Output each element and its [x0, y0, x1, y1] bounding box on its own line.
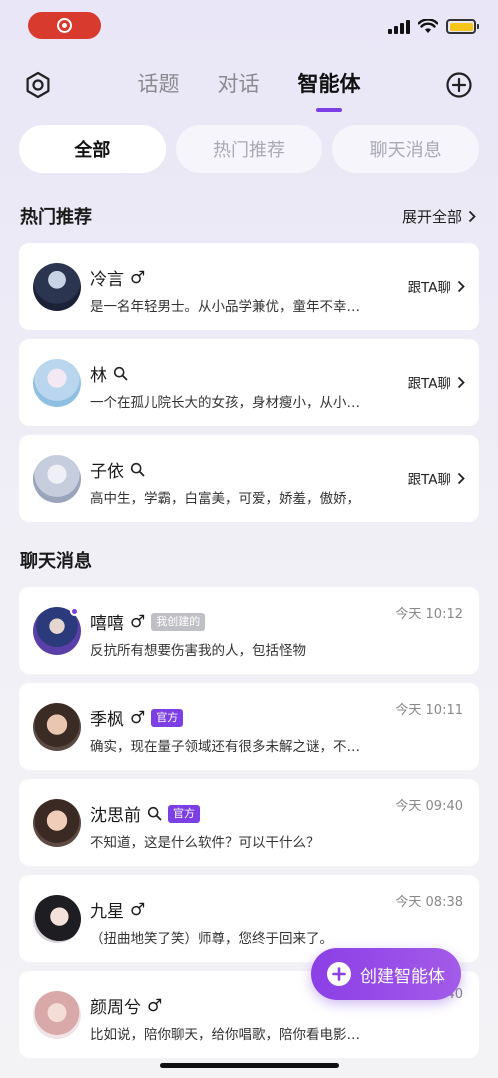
filter-chat-messages[interactable]: 聊天消息	[332, 125, 480, 173]
create-agent-button[interactable]: 创建智能体	[311, 948, 461, 1000]
message-time: 今天 10:12	[395, 607, 463, 622]
filter-hot-recommend[interactable]: 热门推荐	[175, 125, 323, 173]
agent-description: 高中生，学霸，白富美，可爱，娇羞，傲娇，	[90, 491, 360, 507]
avatar	[33, 359, 81, 407]
add-button[interactable]	[444, 70, 474, 100]
male-icon: ♂	[130, 899, 146, 920]
male-icon: ♂	[147, 995, 163, 1016]
hot-section-header: 热门推荐 展开全部	[20, 203, 476, 229]
tab-conversations[interactable]: 对话	[218, 68, 260, 108]
message-card[interactable]: 沈思前 官方 不知道，这是什么软件？可以干什么？ 今天 09:40	[19, 779, 479, 866]
avatar	[33, 799, 81, 847]
hot-section-title: 热门推荐	[20, 207, 92, 228]
agent-description: 是一名年轻男士。从小品学兼优，童年不幸…	[90, 299, 360, 315]
tab-topics[interactable]: 话题	[138, 68, 180, 108]
expand-all-link[interactable]: 展开全部	[402, 206, 476, 227]
status-icons	[388, 19, 479, 34]
search-icon	[147, 806, 162, 821]
chat-with-label: 跟TA聊	[407, 280, 451, 296]
agent-name: 林	[90, 366, 107, 386]
agent-name: 季枫	[90, 710, 124, 730]
agent-name: 沈思前	[90, 806, 141, 826]
status-bar	[0, 0, 498, 50]
search-icon	[113, 366, 128, 381]
message-time: 今天 10:11	[395, 703, 463, 718]
last-message: 反抗所有想要伤害我的人，包括怪物	[90, 643, 306, 659]
chevron-right-icon	[457, 472, 465, 484]
created-by-me-badge: 我创建的	[151, 612, 206, 631]
chevron-right-icon	[457, 280, 465, 292]
name-row: 沈思前 官方	[90, 801, 200, 826]
name-row: 林	[90, 361, 128, 386]
chat-with-button[interactable]: 跟TA聊	[408, 468, 465, 488]
message-time: 今天 08:38	[395, 895, 463, 910]
name-row: 嘻嘻 ♂ 我创建的	[90, 609, 206, 634]
male-icon: ♂	[130, 611, 146, 632]
message-card[interactable]: 嘻嘻 ♂ 我创建的 反抗所有想要伤害我的人，包括怪物 今天 10:12	[19, 587, 479, 674]
chat-with-button[interactable]: 跟TA聊	[408, 372, 465, 392]
wifi-icon	[418, 19, 438, 33]
messages-section-header: 聊天消息	[20, 547, 476, 573]
chevron-right-icon	[468, 210, 476, 222]
hot-card[interactable]: 林 一个在孤儿院长大的女孩，身材瘦小，从小… 跟TA聊	[19, 339, 479, 426]
avatar	[33, 991, 81, 1039]
chat-with-button[interactable]: 跟TA聊	[408, 276, 465, 296]
active-tab-indicator	[316, 108, 342, 112]
plus-circle-icon	[446, 72, 472, 98]
hot-card[interactable]: 子依 高中生，学霸，白富美，可爱，娇羞，傲娇， 跟TA聊	[19, 435, 479, 522]
battery-icon	[446, 19, 479, 34]
chat-with-label: 跟TA聊	[407, 376, 451, 392]
chat-with-label: 跟TA聊	[407, 472, 451, 488]
avatar	[33, 895, 81, 943]
record-icon	[57, 18, 72, 33]
hot-card[interactable]: 冷言 ♂ 是一名年轻男士。从小品学兼优，童年不幸… 跟TA聊	[19, 243, 479, 330]
unread-dot	[70, 607, 79, 616]
name-row: 季枫 ♂ 官方	[90, 705, 184, 730]
message-card[interactable]: 季枫 ♂ 官方 确实，现在量子领域还有很多未解之谜，不… 今天 10:11	[19, 683, 479, 770]
top-navigation: 话题 对话 智能体	[0, 62, 498, 112]
search-icon	[130, 462, 145, 477]
agent-name: 嘻嘻	[90, 614, 124, 634]
agent-name: 颜周兮	[90, 998, 141, 1018]
name-row: 子依	[90, 457, 145, 482]
agent-description: 一个在孤儿院长大的女孩，身材瘦小，从小…	[90, 395, 360, 411]
tab-agents-label: 智能体	[297, 72, 361, 96]
home-indicator[interactable]	[160, 1063, 339, 1068]
avatar	[33, 703, 81, 751]
tab-agents[interactable]: 智能体	[297, 68, 361, 112]
filter-all[interactable]: 全部	[19, 125, 166, 173]
male-icon: ♂	[130, 707, 146, 728]
last-message: 比如说，陪你聊天，给你唱歌，陪你看电影…	[90, 1027, 360, 1043]
name-row: 颜周兮 ♂	[90, 993, 163, 1019]
official-badge: 官方	[151, 708, 184, 727]
last-message: 不知道，这是什么软件？可以干什么？	[90, 835, 320, 851]
message-time: 今天 09:40	[395, 799, 463, 814]
tab-conversations-label: 对话	[217, 72, 260, 96]
avatar	[33, 263, 81, 311]
signal-icon	[388, 19, 410, 34]
screen-recording-indicator[interactable]	[28, 12, 101, 39]
avatar	[33, 455, 81, 503]
plus-icon	[327, 962, 351, 986]
agent-name: 九星	[90, 902, 124, 922]
male-icon: ♂	[130, 267, 146, 288]
name-row: 九星 ♂	[90, 897, 146, 923]
tab-topics-label: 话题	[137, 72, 180, 96]
create-agent-label: 创建智能体	[360, 966, 445, 987]
agent-name: 冷言	[90, 270, 124, 290]
messages-section-title: 聊天消息	[20, 551, 92, 572]
expand-all-label: 展开全部	[401, 207, 462, 226]
name-row: 冷言 ♂	[90, 265, 146, 291]
main-tabs: 话题 对话 智能体	[0, 68, 498, 112]
agent-name: 子依	[90, 462, 124, 482]
chevron-right-icon	[457, 376, 465, 388]
last-message: 确实，现在量子领域还有很多未解之谜，不…	[90, 739, 360, 755]
last-message: （扭曲地笑了笑）师尊，您终于回来了。	[90, 931, 333, 947]
filter-chips: 全部 热门推荐 聊天消息	[19, 125, 480, 173]
official-badge: 官方	[168, 804, 200, 823]
